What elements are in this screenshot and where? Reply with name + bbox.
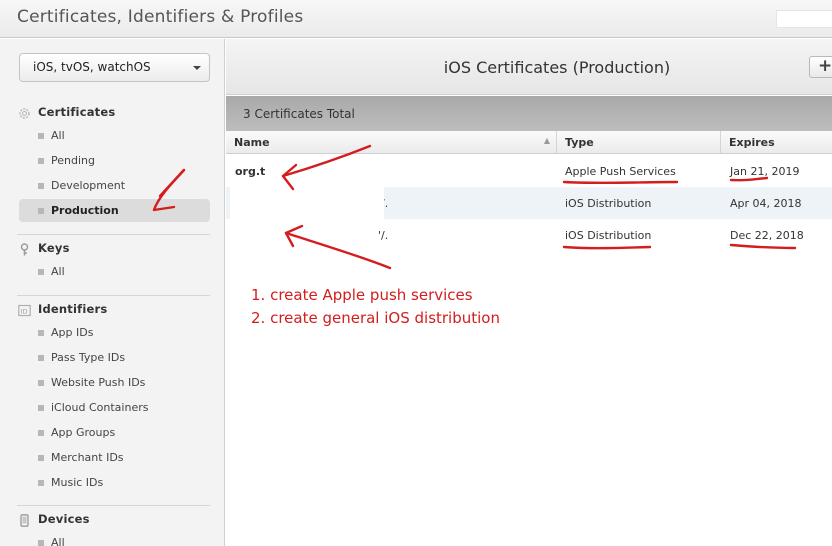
bullet [38, 480, 44, 486]
sidebar-item-label: Pending [51, 154, 95, 167]
section-label-certificates: Certificates [38, 105, 116, 119]
sidebar-item-devices-all[interactable]: All [0, 531, 225, 546]
row-expires: Jan 21, 2019 [730, 165, 800, 178]
bullet [38, 455, 44, 461]
bullet [38, 158, 44, 164]
sidebar-item-label: Production [51, 204, 119, 217]
annotation-line-2: 2. create general iOS distribution [251, 309, 500, 327]
bullet [38, 330, 44, 336]
section-label-keys: Keys [38, 241, 70, 255]
column-header-label: Expires [729, 136, 775, 149]
bullet [38, 430, 44, 436]
sidebar-item-music-ids[interactable]: Music IDs [0, 471, 225, 496]
sidebar-item-label: Website Push IDs [51, 376, 146, 389]
row-expires: Apr 04, 2018 [730, 197, 802, 210]
sidebar: iOS, tvOS, watchOS Certificates All Pend… [0, 39, 225, 546]
section-header-keys: Keys [0, 238, 225, 260]
row-expires: Dec 22, 2018 [730, 229, 804, 242]
sort-icon: ▲ [543, 136, 550, 145]
sidebar-item-merchant-ids[interactable]: Merchant IDs [0, 446, 225, 471]
key-icon [18, 241, 31, 256]
sidebar-item-label: App Groups [51, 426, 116, 439]
gear-icon [18, 105, 31, 119]
sidebar-item-label: Merchant IDs [51, 451, 124, 464]
section-header-devices: Devices [0, 509, 225, 531]
column-header-name[interactable]: Name ▲ [226, 131, 557, 154]
sidebar-item-pass-type-ids[interactable]: Pass Type IDs [0, 346, 225, 371]
bullet [38, 208, 44, 214]
table-row[interactable]: '/. iOS Distribution Apr 04, 2018 [226, 187, 832, 219]
section-label-devices: Devices [38, 512, 90, 526]
bullet [38, 269, 44, 275]
sidebar-item-label: Pass Type IDs [51, 351, 126, 364]
bullet [38, 133, 44, 139]
section-header-identifiers: ID Identifiers [0, 299, 225, 321]
divider [17, 505, 210, 506]
sidebar-item-app-groups[interactable]: App Groups [0, 421, 225, 446]
search-input[interactable] [776, 10, 832, 28]
bullet [38, 183, 44, 189]
divider [17, 234, 210, 235]
row-type: Apple Push Services [565, 165, 676, 178]
device-icon [18, 512, 31, 527]
sidebar-item-app-ids[interactable]: App IDs [0, 321, 225, 346]
table-header: Name ▲ Type Expires [226, 131, 832, 154]
section-identifiers: ID Identifiers App IDs Pass Type IDs Web… [0, 299, 225, 496]
sidebar-item-label: All [51, 265, 65, 278]
section-keys: Keys All [0, 238, 225, 285]
sidebar-item-label: All [51, 536, 65, 546]
column-header-label: Name [234, 136, 270, 149]
sidebar-item-production[interactable]: Production [0, 199, 225, 224]
add-button[interactable]: + [809, 56, 832, 78]
main-header: iOS Certificates (Production) + [226, 39, 832, 95]
sidebar-item-website-push-ids[interactable]: Website Push IDs [0, 371, 225, 396]
bullet [38, 405, 44, 411]
row-type: iOS Distribution [565, 197, 652, 210]
sidebar-item-label: Music IDs [51, 476, 104, 489]
id-icon: ID [18, 302, 31, 317]
sidebar-item-development[interactable]: Development [0, 174, 225, 199]
sidebar-item-label: Development [51, 179, 126, 192]
column-header-expires[interactable]: Expires [721, 131, 832, 154]
column-header-label: Type [565, 136, 594, 149]
sidebar-item-label: App IDs [51, 326, 94, 339]
certificates-total: 3 Certificates Total [243, 107, 355, 121]
sidebar-item-label: All [51, 129, 65, 142]
section-label-identifiers: Identifiers [38, 302, 108, 316]
bullet [38, 355, 44, 361]
section-devices: Devices All [0, 509, 225, 546]
platform-select[interactable]: iOS, tvOS, watchOS [19, 53, 210, 82]
sidebar-item-all[interactable]: All [0, 124, 225, 149]
section-certificates: Certificates All Pending Development Pro… [0, 102, 225, 224]
divider [17, 295, 210, 296]
column-header-type[interactable]: Type [557, 131, 721, 154]
platform-select-value: iOS, tvOS, watchOS [33, 60, 151, 74]
bullet [38, 380, 44, 386]
table-row[interactable]: org.t Apple Push Services Jan 21, 2019 [226, 155, 832, 187]
bullet [38, 540, 44, 546]
sidebar-item-pending[interactable]: Pending [0, 149, 225, 174]
redaction-box [230, 187, 384, 219]
sidebar-item-label: iCloud Containers [51, 401, 149, 414]
page-title: Certificates, Identifiers & Profiles [17, 7, 304, 27]
svg-text:ID: ID [21, 307, 28, 315]
annotation-line-1: 1. create Apple push services [251, 286, 473, 304]
main-title: iOS Certificates (Production) [443, 58, 671, 77]
total-bar: 3 Certificates Total [226, 96, 832, 131]
row-type: iOS Distribution [565, 229, 652, 242]
sidebar-item-keys-all[interactable]: All [0, 260, 225, 285]
sidebar-item-icloud-containers[interactable]: iCloud Containers [0, 396, 225, 421]
table-row[interactable]: '/. iOS Distribution Dec 22, 2018 [226, 219, 832, 251]
top-header: Certificates, Identifiers & Profiles [0, 0, 832, 38]
row-name: '/. [378, 229, 389, 242]
chevron-down-icon [193, 66, 201, 70]
row-name: org.t [235, 165, 266, 178]
section-header-certificates: Certificates [0, 102, 225, 124]
